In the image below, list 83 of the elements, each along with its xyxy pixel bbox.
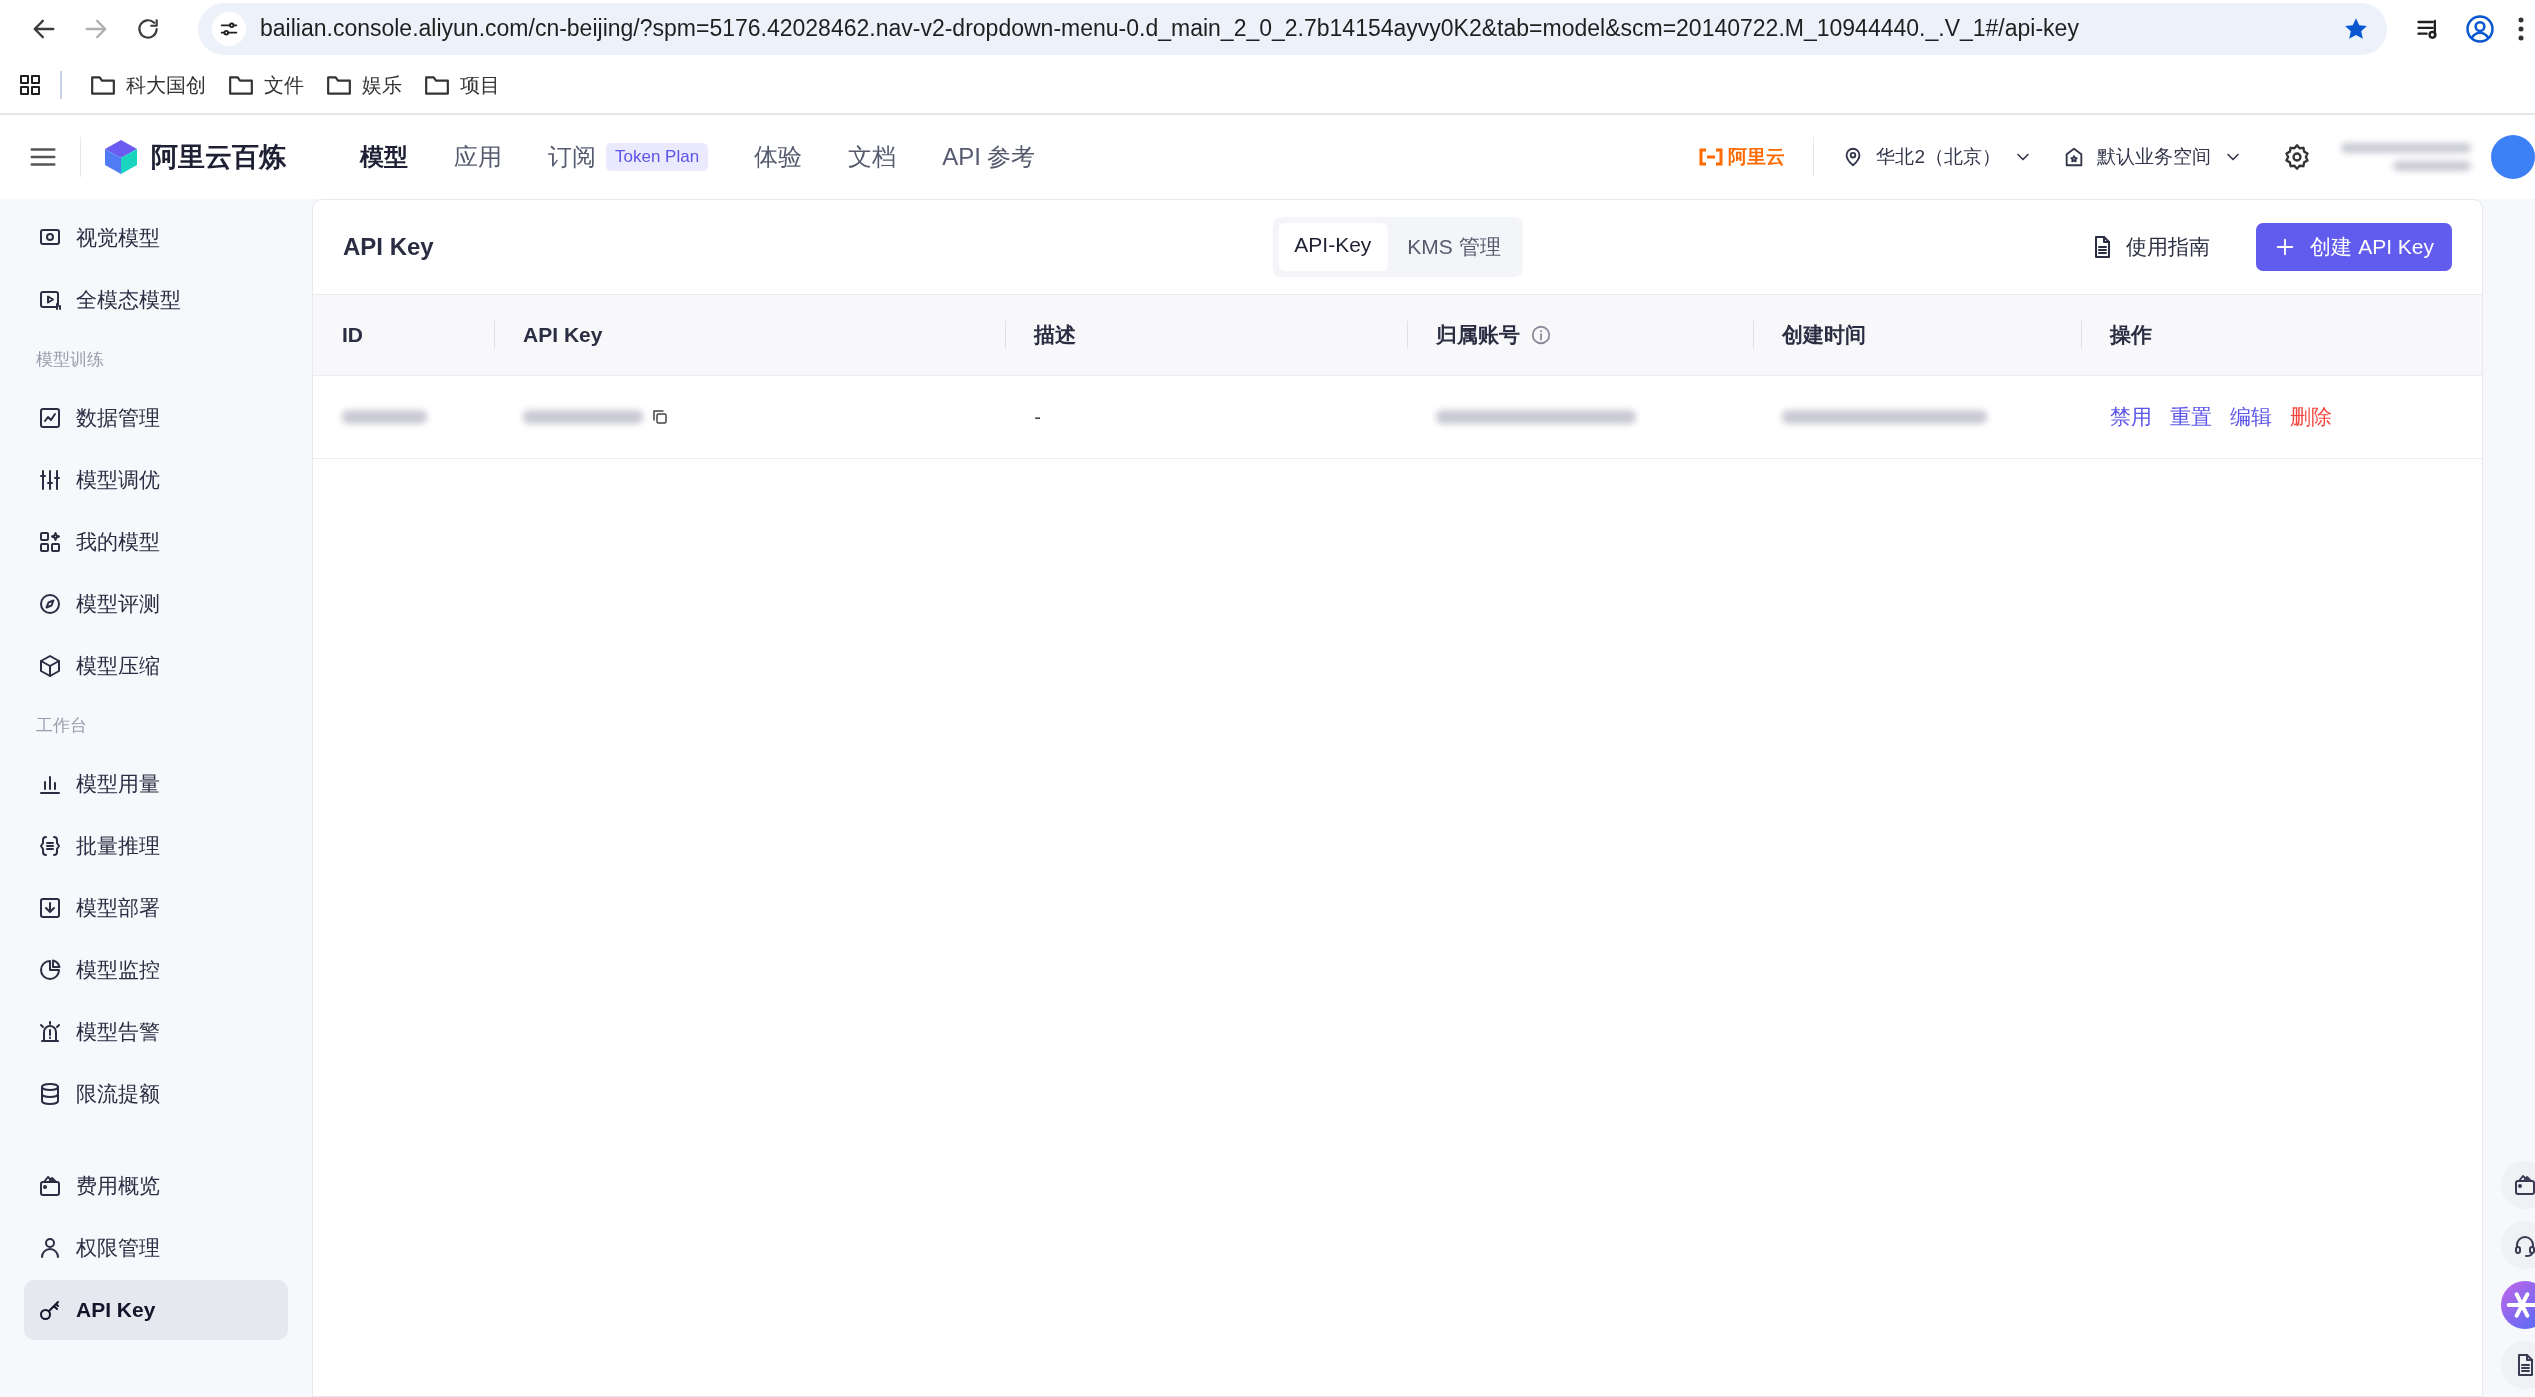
nav-tab[interactable]: 订阅 Token Plan (548, 141, 709, 173)
sidebar-item[interactable]: 权限管理 (24, 1218, 288, 1278)
create-button[interactable]: 创建 API Key (2256, 223, 2452, 271)
play-icon (38, 288, 62, 312)
sidebar-item[interactable]: 批量推理 (24, 816, 288, 876)
guide-link[interactable]: 使用指南 (2084, 232, 2217, 262)
cube-icon (38, 654, 62, 678)
sparkle-icon (2506, 1289, 2535, 1321)
side-tool-button[interactable] (2501, 1221, 2535, 1269)
sidebar-item[interactable]: 视觉模型 (24, 208, 288, 268)
sidebar-item[interactable]: API Key (24, 1280, 288, 1340)
sidebar-item[interactable]: 数据管理 (24, 388, 288, 448)
compass-icon (38, 592, 62, 616)
nav-tab[interactable]: 文档 (848, 141, 897, 173)
download-icon (38, 896, 62, 920)
address-bar[interactable]: bailian.console.aliyun.com/cn-beijing/?spm=5176.42028462.nav-v2-dropdown-menu-0.d_main_2_0_2.7b14154ayvy0K2&tab=model&scm=20140722.M_10944440._.V_1#/api-key (198, 2, 2387, 55)
region-text: 华北2（北京） (1876, 145, 2001, 169)
sliders-icon (38, 468, 62, 492)
page-title: API Key (343, 233, 434, 261)
bookmark-folder[interactable]: 科大国创 (84, 71, 222, 99)
alarm-icon (38, 1020, 62, 1044)
bookmark-folder[interactable]: 文件 (222, 71, 320, 99)
sidebar-item[interactable]: 模型用量 (24, 754, 288, 814)
column-header: ID (342, 323, 363, 347)
nav-tab[interactable]: API 参考 (942, 141, 1036, 173)
nav-tab[interactable]: 应用 (454, 141, 502, 173)
plan-badge: Token Plan (606, 143, 709, 171)
wallet-icon (2513, 1173, 2535, 1197)
sidebar-item[interactable]: 限流提额 (24, 1064, 288, 1124)
aliyun-mark-icon (1698, 148, 1725, 166)
apps-grid-icon[interactable] (18, 73, 42, 97)
braces-icon (38, 834, 62, 858)
sidebar-item[interactable]: 模型调优 (24, 450, 288, 510)
section-title: 工作台 (35, 714, 88, 737)
action-link[interactable]: 重置 (2169, 403, 2212, 431)
bookmark-folder[interactable]: 娱乐 (320, 71, 418, 99)
settings-icon[interactable] (2283, 143, 2311, 171)
url-text[interactable]: bailian.console.aliyun.com/cn-beijing/?spm=5176.42028462.nav-v2-dropdown-menu-0.d_main_2_0_2.7b14154ayvy0K2&tab=model&scm=20140722.M_10944440._.V_1#/api-key (260, 15, 2329, 42)
sidebar-item[interactable]: 模型评测 (24, 574, 288, 634)
bookmark-folder[interactable]: 项目 (418, 71, 516, 99)
column-header: 操作 (2109, 322, 2152, 348)
wallet-icon (38, 1174, 62, 1198)
action-link[interactable]: 编辑 (2229, 403, 2272, 431)
column-header: 创建时间 (1781, 322, 1866, 348)
segment-tab[interactable]: API-Key (1278, 223, 1388, 271)
sidebar-item[interactable]: 模型部署 (24, 878, 288, 938)
brand-name[interactable]: 阿里云百炼 (151, 139, 286, 175)
sidebar-item[interactable]: 模型监控 (24, 940, 288, 1000)
user-icon (38, 1236, 62, 1260)
segment-tab[interactable]: KMS 管理 (1391, 223, 1517, 271)
building-icon (2063, 146, 2085, 168)
headset-icon (2513, 1233, 2535, 1257)
column-header: API Key (523, 323, 603, 347)
sidebar-item[interactable]: 模型压缩 (24, 636, 288, 696)
workspace-selector[interactable]: 默认业务空间 (2063, 144, 2243, 170)
logo-icon (103, 138, 139, 176)
nav-tab[interactable]: 模型 (360, 141, 408, 173)
avatar[interactable] (2491, 135, 2535, 179)
action-link[interactable]: 禁用 (2109, 403, 2152, 431)
action-link[interactable]: 删除 (2289, 403, 2332, 431)
region-selector[interactable]: 华北2（北京） (1842, 144, 2033, 170)
grid-icon (38, 530, 62, 554)
side-tool-button[interactable] (2501, 1161, 2535, 1209)
sidebar-item[interactable]: 我的模型 (24, 512, 288, 572)
key-icon (38, 1298, 62, 1322)
assistant-button[interactable] (2501, 1281, 2535, 1329)
line-chart-icon (38, 406, 62, 430)
table-cell: - (1034, 405, 1041, 429)
copy-icon[interactable] (651, 408, 670, 426)
side-tool-button[interactable] (2501, 1341, 2535, 1389)
column-header: 归属账号 (1435, 322, 1520, 348)
sidebar-item[interactable]: 全模态模型 (24, 270, 288, 330)
nav-tab[interactable]: 体验 (754, 141, 803, 173)
profile-icon[interactable] (2465, 13, 2495, 44)
pie-chart-icon (38, 958, 62, 982)
section-title: 模型训练 (35, 348, 105, 371)
sidebar-item[interactable]: 费用概览 (24, 1156, 288, 1216)
sidebar-item[interactable]: 模型告警 (24, 1002, 288, 1062)
info-icon[interactable] (1529, 324, 1552, 346)
aliyun-text: 阿里云 (1728, 145, 1786, 169)
column-header: 描述 (1034, 322, 1077, 348)
workspace-text: 默认业务空间 (2097, 145, 2211, 169)
database-icon (38, 1082, 62, 1106)
